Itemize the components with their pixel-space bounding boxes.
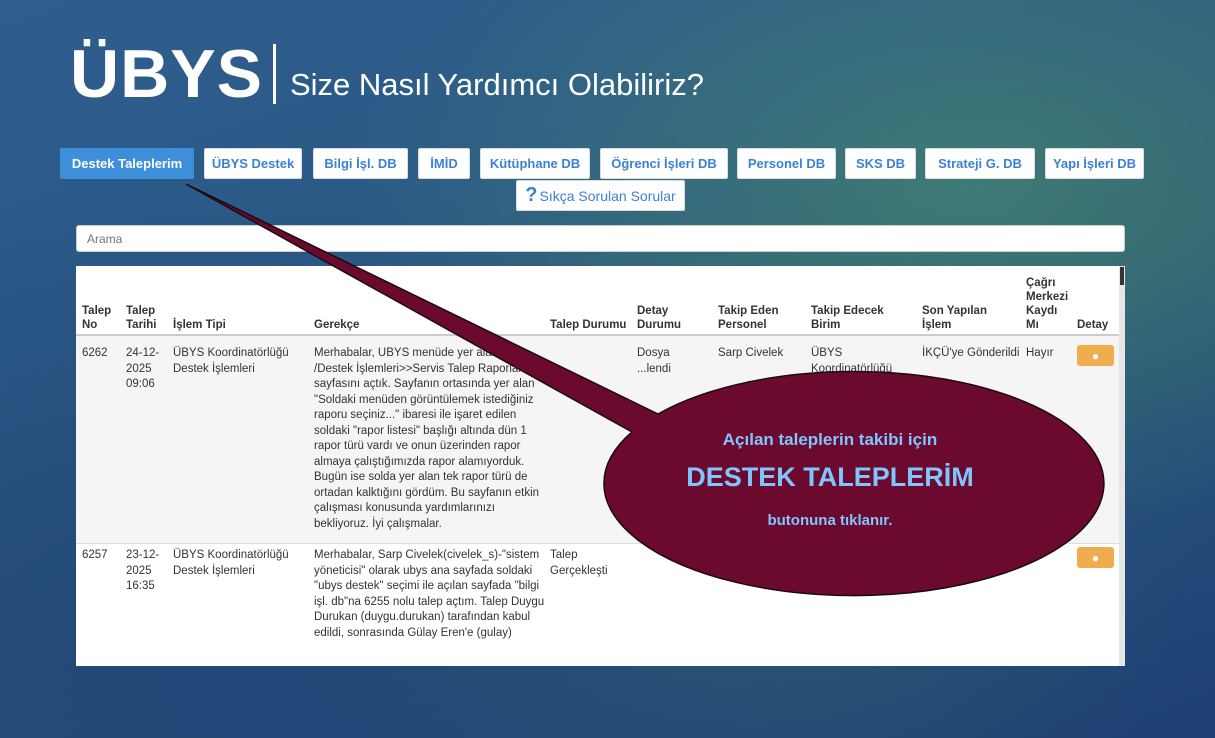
callout-shape bbox=[185, 183, 1105, 597]
callout-bubble bbox=[185, 183, 1105, 597]
callout-line-3: butonuna tıklanır. bbox=[767, 512, 893, 529]
callout-line-1: Açılan taleplerin takibi için bbox=[722, 430, 938, 449]
callout-line-2: DESTEK TALEPLERİM bbox=[686, 462, 974, 492]
